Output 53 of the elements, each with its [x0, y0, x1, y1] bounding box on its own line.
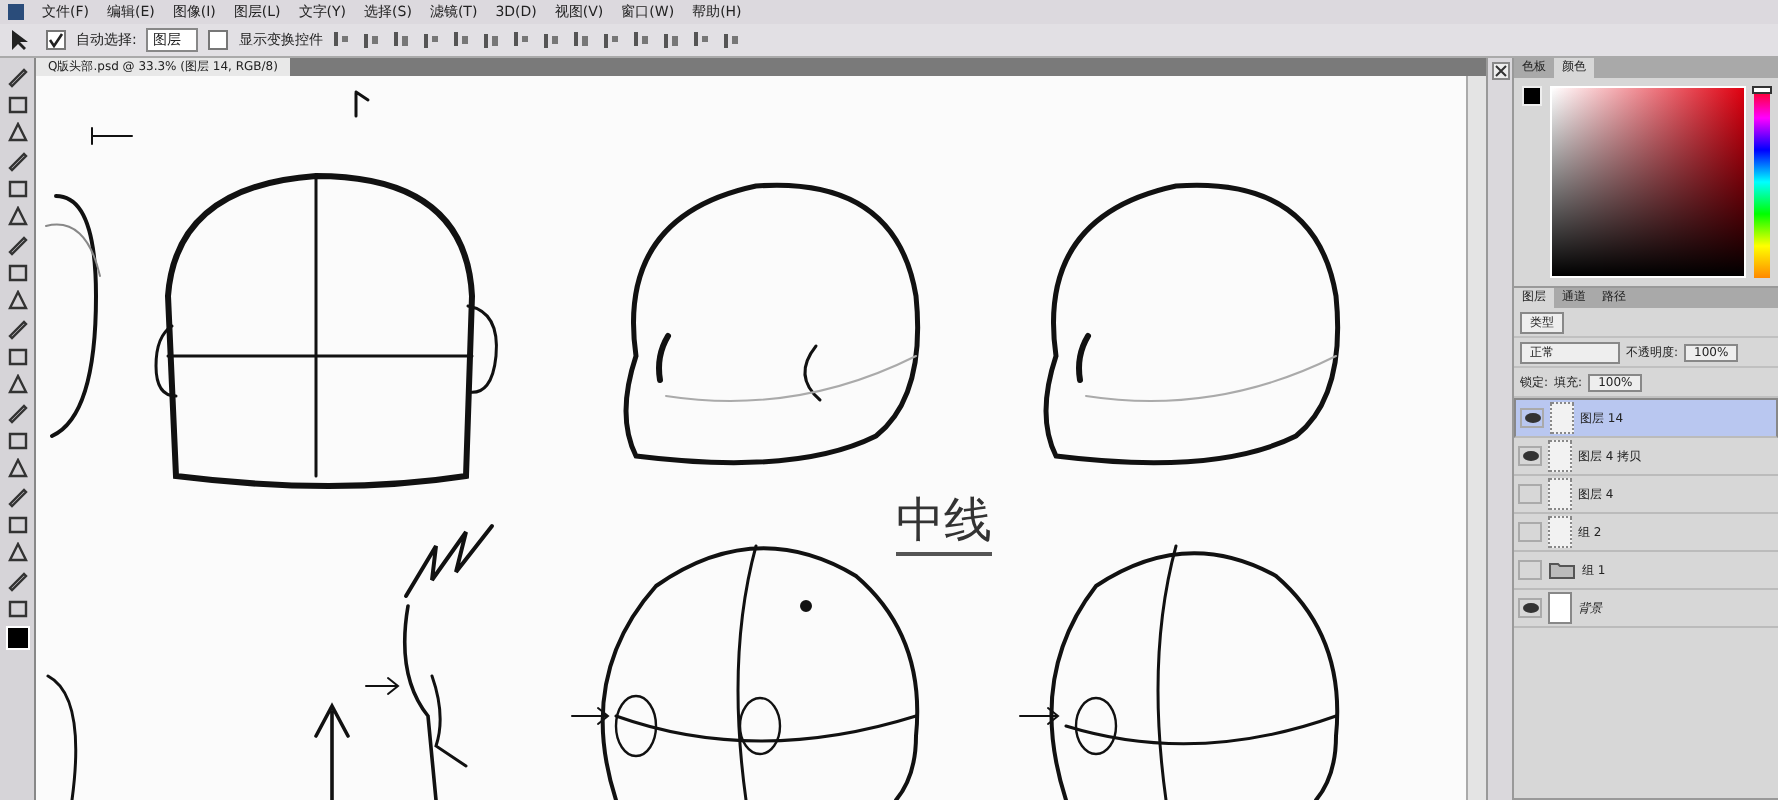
tool-icon[interactable]	[5, 598, 29, 620]
align-icon[interactable]	[392, 30, 413, 50]
align-icon[interactable]	[632, 30, 653, 50]
tool-icon[interactable]	[5, 290, 29, 312]
align-icon[interactable]	[332, 30, 353, 50]
tool-icon[interactable]	[5, 430, 29, 452]
align-icon[interactable]	[512, 30, 533, 50]
handwritten-annotation: 中线	[896, 488, 992, 556]
hue-slider[interactable]	[1754, 86, 1770, 278]
vertical-scrollbar[interactable]	[1466, 76, 1486, 800]
align-icon[interactable]	[662, 30, 683, 50]
tool-icon[interactable]	[5, 150, 29, 172]
tool-icon[interactable]	[5, 66, 29, 88]
show-transform-checkbox[interactable]	[208, 30, 229, 50]
align-icon[interactable]	[422, 30, 443, 50]
tool-icon[interactable]	[5, 542, 29, 564]
tool-icon[interactable]	[5, 402, 29, 424]
foreground-color-swatch[interactable]	[1522, 86, 1542, 106]
tool-icon[interactable]	[5, 122, 29, 144]
eye-icon[interactable]	[1518, 446, 1542, 466]
layer-thumbnail	[1548, 516, 1572, 548]
eye-icon[interactable]	[1520, 408, 1544, 428]
close-icon[interactable]	[1491, 62, 1509, 80]
hue-slider-thumb[interactable]	[1752, 85, 1772, 94]
tool-icon[interactable]	[5, 262, 29, 284]
tool-icon[interactable]	[5, 346, 29, 368]
folder-icon	[1548, 560, 1576, 580]
align-icon[interactable]	[572, 30, 593, 50]
tool-icon[interactable]	[5, 570, 29, 592]
tool-icon[interactable]	[5, 458, 29, 480]
layer-thumbnail	[1548, 592, 1572, 624]
eye-icon[interactable]	[1518, 598, 1542, 618]
tool-icon[interactable]	[5, 94, 29, 116]
layer-thumbnail	[1548, 478, 1572, 510]
align-icon[interactable]	[722, 30, 743, 50]
tool-icon[interactable]	[5, 206, 29, 228]
align-icon[interactable]	[452, 30, 473, 50]
align-icon[interactable]	[602, 30, 623, 50]
align-icon[interactable]	[362, 30, 383, 50]
tool-icon[interactable]	[5, 318, 29, 340]
app-logo-icon	[8, 4, 24, 20]
tool-icon[interactable]	[5, 178, 29, 200]
align-icon[interactable]	[542, 30, 563, 50]
color-field[interactable]	[1550, 86, 1746, 278]
tool-icon[interactable]	[5, 486, 29, 508]
align-icon[interactable]	[482, 30, 503, 50]
layer-thumbnail	[1548, 440, 1572, 472]
layer-thumbnail	[1550, 402, 1574, 434]
auto-select-checkbox[interactable]	[46, 30, 66, 50]
tool-icon[interactable]	[5, 514, 29, 536]
tool-icon[interactable]	[5, 234, 29, 256]
align-icon[interactable]	[692, 30, 713, 50]
tool-icon[interactable]	[5, 374, 29, 396]
